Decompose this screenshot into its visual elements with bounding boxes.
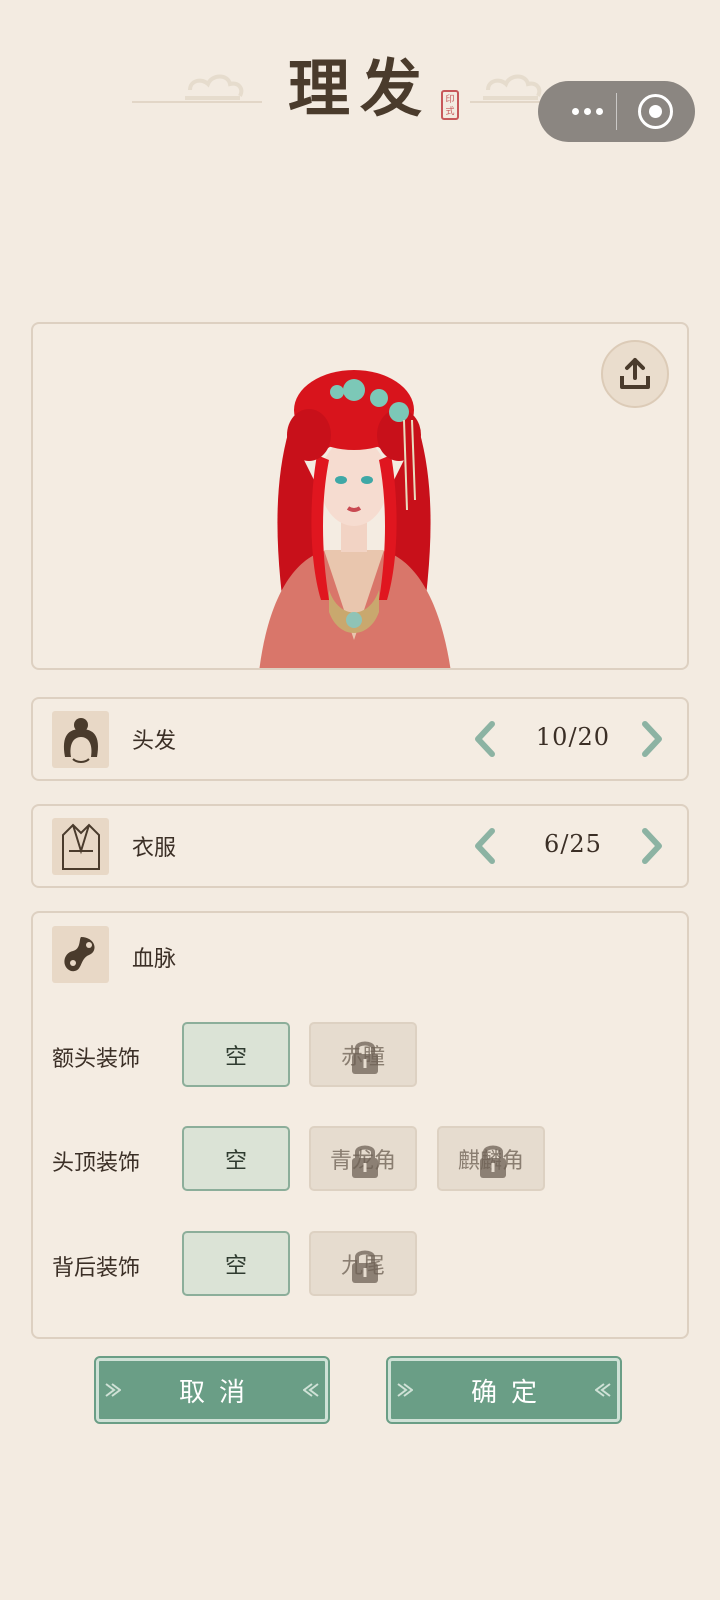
- cancel-label: 取消: [178, 1377, 259, 1408]
- confirm-button[interactable]: 确定: [386, 1356, 622, 1424]
- lock-icon: [480, 1145, 506, 1178]
- cloud-ornament-left-icon: [185, 74, 244, 100]
- hair-counter: 10/20: [535, 723, 611, 751]
- back-deco-label: 背后装饰: [52, 1256, 141, 1281]
- more-dots-icon[interactable]: [558, 81, 616, 142]
- chip-label: 空: [224, 1253, 247, 1279]
- back-option-empty[interactable]: 空: [182, 1231, 290, 1296]
- share-button[interactable]: [601, 340, 669, 408]
- hairstyle-bun-icon: [52, 711, 109, 768]
- hair-label: 头发: [132, 729, 177, 754]
- corner-ornament-icon: [397, 1383, 413, 1397]
- lock-icon: [352, 1041, 378, 1074]
- bloodline-panel: 血脉 额头装饰 空 赤瞳 头顶装饰 空 青龙角 麒麟角 背后装饰: [31, 911, 689, 1339]
- forehead-deco-label: 额头装饰: [52, 1047, 141, 1072]
- bloodline-label: 血脉: [132, 947, 177, 972]
- miniprogram-capsule: [538, 81, 695, 142]
- corner-ornament-icon: [595, 1383, 611, 1397]
- character-preview: [31, 322, 689, 670]
- taiji-swirl-icon: [52, 926, 109, 983]
- clothes-prev-arrow-icon[interactable]: [470, 828, 500, 864]
- capsule-divider: [616, 93, 617, 130]
- clothes-selector-row: 衣服 6/25: [31, 804, 689, 888]
- clothes-label: 衣服: [132, 836, 177, 861]
- cancel-button[interactable]: 取消: [94, 1356, 330, 1424]
- crown-option-empty[interactable]: 空: [182, 1126, 290, 1191]
- back-option-nine-tails[interactable]: 九尾: [309, 1231, 417, 1296]
- clothes-next-arrow-icon[interactable]: [637, 828, 667, 864]
- hair-next-arrow-icon[interactable]: [637, 721, 667, 757]
- lock-icon: [352, 1145, 378, 1178]
- chip-label: 空: [224, 1148, 247, 1174]
- upload-share-icon: [620, 358, 650, 389]
- chip-label: 空: [224, 1044, 247, 1070]
- forehead-option-empty[interactable]: 空: [182, 1022, 290, 1087]
- page-title: 理发: [288, 52, 433, 125]
- crown-option-azure-dragon-horn[interactable]: 青龙角: [309, 1126, 417, 1191]
- lock-icon: [352, 1250, 378, 1283]
- forehead-option-red-eyes[interactable]: 赤瞳: [309, 1022, 417, 1087]
- corner-ornament-icon: [105, 1383, 121, 1397]
- crown-deco-label: 头顶装饰: [52, 1151, 141, 1176]
- target-circle-icon[interactable]: [638, 94, 673, 129]
- character-portrait: [259, 370, 451, 668]
- hair-selector-row: 头发 10/20: [31, 697, 689, 781]
- crown-option-qilin-horn[interactable]: 麒麟角: [437, 1126, 545, 1191]
- corner-ornament-icon: [303, 1383, 319, 1397]
- robe-icon: [52, 818, 109, 875]
- clothes-counter: 6/25: [544, 830, 602, 858]
- confirm-label: 确定: [470, 1377, 551, 1408]
- seal-stamp-icon: 印式: [441, 90, 459, 120]
- hair-prev-arrow-icon[interactable]: [470, 721, 500, 757]
- cloud-ornament-right-icon: [483, 74, 542, 100]
